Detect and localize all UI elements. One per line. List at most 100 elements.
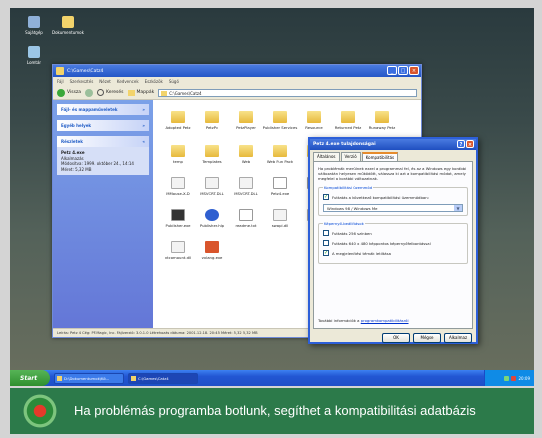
computer-icon	[28, 16, 40, 28]
menu-bar: Fájl Szerkesztés Nézet Kedvencek Eszközö…	[53, 77, 421, 86]
minimize-button[interactable]: _	[387, 66, 397, 75]
desktop-icon-documents[interactable]: Dokumentumok	[48, 16, 88, 35]
run-640x480-checkbox[interactable]: Futtatás 640 x 480 képpontos képernyőfel…	[323, 240, 463, 246]
menu-file[interactable]: Fájl	[57, 79, 64, 84]
explorer-titlebar[interactable]: C:\Games\Catz4 _ □ ×	[53, 65, 421, 77]
compat-mode-checkbox[interactable]: ✓ Futtatás a következő kompatibilitási ü…	[323, 194, 463, 200]
checkbox-label: Futtatás 256 színben	[332, 230, 372, 236]
apply-button[interactable]: Alkalmaz	[444, 333, 472, 343]
file-label: vxlang.exe	[201, 255, 223, 260]
file-item[interactable]: readme.txt	[227, 209, 265, 228]
file-item[interactable]: Publisher Services	[261, 111, 299, 130]
file-item[interactable]: vtcomount.dll	[159, 241, 197, 260]
intro-text: Ha problémák merülnek ezzel a programmal…	[318, 166, 467, 181]
file-label: Templates	[202, 159, 222, 164]
desktop-icon-label: Lomtár	[26, 60, 42, 65]
run-256-colors-checkbox[interactable]: Futtatás 256 színben	[323, 230, 463, 236]
file-label: Publisher.exe	[165, 223, 191, 228]
folder-icon	[62, 16, 74, 28]
close-button[interactable]: ×	[466, 140, 474, 148]
file-item[interactable]: Publisher.exe	[159, 209, 197, 228]
file-item[interactable]: vxlang.exe	[193, 241, 231, 260]
menu-tools[interactable]: Eszközök	[145, 79, 163, 84]
panel-title: Egyéb helyek	[61, 123, 92, 128]
more-info-line: További információk a programkompatibili…	[318, 318, 409, 323]
tab-compatibility[interactable]: Kompatibilitás	[361, 152, 399, 161]
file-item[interactable]: MMouse-X-D	[159, 177, 197, 196]
panel-title: Részletek	[61, 139, 83, 144]
folder-icon	[56, 67, 64, 75]
file-label: Returned Petz	[334, 125, 362, 130]
exe-file-icon	[205, 241, 219, 253]
file-item[interactable]: MSVCRT.DLL	[193, 177, 231, 196]
file-item[interactable]: MSVCRT.DLL	[227, 177, 265, 196]
checkbox-label: A megjelenítési témák letiltása	[332, 250, 391, 256]
close-button[interactable]: ×	[409, 66, 419, 75]
search-button[interactable]: Keresés	[97, 89, 124, 96]
chevron-down-icon[interactable]: »	[142, 107, 145, 112]
ok-button[interactable]: OK	[382, 333, 410, 343]
folder-icon	[375, 111, 389, 123]
desktop-icon-recycle-bin[interactable]: Lomtár	[14, 46, 54, 65]
security-icon[interactable]	[511, 375, 517, 381]
back-label: Vissza	[67, 90, 82, 95]
file-label: Petz4.exe	[270, 191, 290, 196]
dialog-titlebar[interactable]: Petz 4.exe tulajdonságai ? ×	[310, 139, 476, 150]
checkbox-box	[323, 230, 329, 236]
compatibility-help-link[interactable]: programkompatibilitásról	[361, 318, 409, 323]
disable-visual-themes-checkbox[interactable]: ✓ A megjelenítési témák letiltása	[323, 250, 463, 256]
forward-button[interactable]	[85, 88, 94, 97]
search-icon	[97, 89, 105, 96]
taskbar-item-catz4[interactable]: C:\Games\Catz4	[128, 372, 198, 384]
dll-file-icon	[205, 177, 219, 189]
compat-mode-select[interactable]: Windows 98 / Windows Me ▼	[323, 204, 463, 212]
file-item[interactable]: Petz4.exe	[261, 177, 299, 196]
file-item[interactable]: Resource	[295, 111, 333, 130]
text-file-icon	[239, 209, 253, 221]
panel-details[interactable]: Részletek « Petz 4.exe Alkalmazás Módosít…	[57, 136, 149, 175]
file-item[interactable]: PetzPc	[193, 111, 231, 130]
chevron-up-icon[interactable]: «	[142, 139, 145, 144]
file-label: PetzPlayer	[236, 125, 256, 130]
menu-edit[interactable]: Szerkesztés	[70, 79, 94, 84]
tab-version[interactable]: Verzió	[340, 152, 361, 161]
compatibility-tab-body: Ha problémák merülnek ezzel a programmal…	[313, 161, 473, 329]
file-item[interactable]: swapi.dll	[261, 209, 299, 228]
file-label: readme.txt	[235, 223, 257, 228]
menu-help[interactable]: Súgó	[169, 79, 179, 84]
back-button[interactable]: Vissza	[57, 88, 82, 97]
help-button[interactable]: ?	[457, 140, 465, 148]
start-button[interactable]: Start	[10, 370, 50, 386]
cancel-button[interactable]: Mégse	[413, 333, 441, 343]
maximize-button[interactable]: □	[398, 66, 408, 75]
file-item[interactable]: Templates	[193, 145, 231, 164]
folders-button[interactable]: Mappák	[127, 89, 154, 96]
address-bar[interactable]: C:\Games\Catz4	[158, 88, 417, 97]
menu-favorites[interactable]: Kedvencek	[117, 79, 139, 84]
folders-icon	[127, 89, 135, 96]
folder-icon	[171, 145, 185, 157]
file-item[interactable]: Web	[227, 145, 265, 164]
file-item[interactable]: Web Fun Pack	[261, 145, 299, 164]
file-item[interactable]: Publisher.hlp	[193, 209, 231, 228]
network-icon[interactable]	[504, 375, 510, 381]
dll-file-icon	[239, 177, 253, 189]
properties-dialog: Petz 4.exe tulajdonságai ? × Általános V…	[308, 137, 478, 344]
select-value: Windows 98 / Windows Me	[327, 205, 378, 211]
chevron-down-icon[interactable]: »	[142, 123, 145, 128]
menu-view[interactable]: Nézet	[99, 79, 111, 84]
tab-general[interactable]: Általános	[313, 152, 340, 161]
panel-other-places[interactable]: Egyéb helyek »	[57, 120, 149, 131]
file-item[interactable]: Returned Petz	[329, 111, 367, 130]
file-item[interactable]: Runaway Petz	[363, 111, 401, 130]
file-item[interactable]: temp	[159, 145, 197, 164]
panel-file-tasks[interactable]: Fájl- és mappaműveletek »	[57, 104, 149, 115]
file-item[interactable]: PetzPlayer	[227, 111, 265, 130]
folder-icon	[341, 111, 355, 123]
task-label: D:\Dokumentumok\Kö...	[64, 375, 110, 381]
file-item[interactable]: Adopted Petz	[159, 111, 197, 130]
group-title: Kompatibilitási üzemmód	[323, 185, 374, 190]
checkbox-label: Futtatás 640 x 480 képpontos képernyőfel…	[332, 240, 431, 246]
taskbar-item-documents[interactable]: D:\Dokumentumok\Kö...	[54, 372, 124, 384]
clock[interactable]: 20:09	[518, 376, 530, 381]
